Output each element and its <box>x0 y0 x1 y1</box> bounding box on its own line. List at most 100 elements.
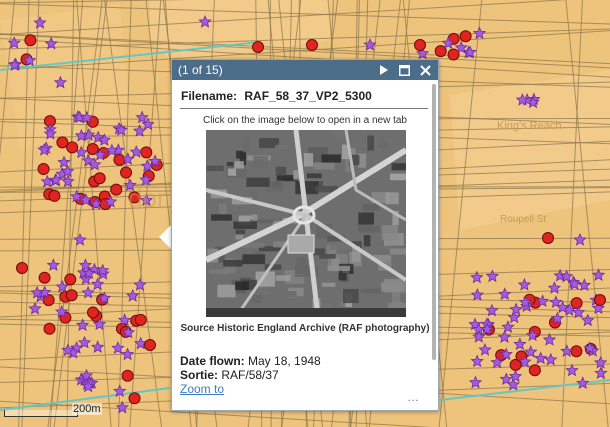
red-circle-marker[interactable] <box>128 191 141 204</box>
photo-building <box>383 278 406 293</box>
photo-building <box>233 221 257 229</box>
red-circle-marker[interactable] <box>306 39 318 51</box>
red-circle-marker[interactable] <box>570 297 583 310</box>
photo-building <box>391 163 406 171</box>
popup-scrollbar[interactable] <box>432 84 436 360</box>
sortie-value: RAF/58/37 <box>221 368 279 382</box>
photo-building <box>381 225 398 241</box>
red-circle-marker[interactable] <box>528 364 541 377</box>
date-flown-row: Date flown: May 18, 1948 <box>180 354 430 368</box>
photo-building <box>338 272 347 281</box>
photo-building <box>235 234 244 240</box>
date-flown-label: Date flown: <box>180 354 245 368</box>
photo-building <box>321 282 336 287</box>
photo-building <box>295 181 319 195</box>
photo-building <box>343 288 359 304</box>
photo-building <box>378 142 389 149</box>
photo-building <box>363 235 371 247</box>
feature-popup: (1 of 15) Filename: RAF_58_37_VP2_5300 C… <box>171 59 439 411</box>
popup-body: Filename: RAF_58_37_VP2_5300 Click on th… <box>172 80 438 410</box>
red-circle-marker[interactable] <box>128 392 141 405</box>
sortie-row: Sortie: RAF/58/37 <box>180 368 430 382</box>
photo-building <box>219 203 228 215</box>
scale-bar: 200m <box>4 403 104 417</box>
red-circle-marker[interactable] <box>48 189 61 202</box>
red-circle-marker[interactable] <box>144 339 156 351</box>
red-circle-marker[interactable] <box>140 146 153 159</box>
red-circle-marker[interactable] <box>24 34 37 47</box>
red-circle-marker[interactable] <box>56 136 69 149</box>
red-circle-marker[interactable] <box>414 39 426 51</box>
photo-building <box>275 166 287 176</box>
photo-building <box>358 212 375 225</box>
red-circle-marker[interactable] <box>594 294 606 306</box>
photo-building <box>360 288 382 294</box>
red-circle-marker[interactable] <box>459 30 472 43</box>
photo-building <box>217 284 236 298</box>
photo-building <box>367 135 374 151</box>
photo-building <box>306 173 322 179</box>
red-circle-marker[interactable] <box>87 306 100 319</box>
photo-building <box>389 248 406 255</box>
next-icon[interactable] <box>376 63 390 77</box>
red-circle-marker[interactable] <box>38 271 51 284</box>
filename-label: Filename: <box>181 89 238 103</box>
photo-building <box>275 275 291 281</box>
photo-building <box>313 162 335 170</box>
photo-building <box>253 156 269 168</box>
photo-building <box>357 225 380 233</box>
red-circle-marker[interactable] <box>43 322 56 335</box>
photo-building <box>251 214 258 221</box>
photo-building <box>242 136 250 153</box>
red-circle-marker[interactable] <box>37 163 50 176</box>
photo-building <box>242 254 266 265</box>
photo-building <box>294 295 307 309</box>
red-circle-marker[interactable] <box>16 262 28 274</box>
filename-row: Filename: RAF_58_37_VP2_5300 <box>180 88 428 109</box>
photo-building <box>385 192 399 205</box>
photo-building <box>377 298 385 308</box>
filename-value: RAF_58_37_VP2_5300 <box>244 89 372 103</box>
scale-bar-line <box>4 410 78 417</box>
red-circle-marker[interactable] <box>542 232 554 244</box>
date-flown-value: May 18, 1948 <box>248 354 321 368</box>
red-circle-marker[interactable] <box>570 345 583 358</box>
photo-building <box>362 203 380 211</box>
image-caption: Source Historic England Archive (RAF pho… <box>180 323 430 334</box>
photo-building <box>227 168 236 176</box>
maximize-icon[interactable] <box>397 63 411 77</box>
red-circle-marker[interactable] <box>120 166 133 179</box>
photo-building <box>246 177 270 187</box>
photo-building <box>382 245 390 250</box>
red-circle-marker[interactable] <box>65 289 78 302</box>
photo-building <box>235 281 249 291</box>
photo-building <box>319 253 336 259</box>
red-circle-marker[interactable] <box>64 273 77 286</box>
photo-building <box>234 161 244 169</box>
photo-building <box>321 154 341 163</box>
close-icon[interactable] <box>418 63 432 77</box>
photo-building <box>235 229 246 235</box>
popup-header: (1 of 15) <box>172 60 438 80</box>
photo-building <box>276 174 294 181</box>
red-circle-marker[interactable] <box>121 369 134 382</box>
photo-building <box>206 165 224 172</box>
photo-building <box>327 265 351 271</box>
red-circle-marker[interactable] <box>447 48 460 61</box>
more-options-icon[interactable]: … <box>407 390 420 404</box>
scale-bar-label: 200m <box>72 403 102 415</box>
red-circle-marker[interactable] <box>113 153 126 166</box>
red-circle-marker[interactable] <box>134 313 147 326</box>
red-circle-marker[interactable] <box>93 172 106 185</box>
red-circle-marker[interactable] <box>110 183 123 196</box>
photo-building <box>303 153 314 167</box>
popup-feature-count: (1 of 15) <box>178 63 223 77</box>
photo-building <box>211 214 232 221</box>
photo-building <box>389 173 406 181</box>
photo-building <box>275 144 289 149</box>
sortie-label: Sortie: <box>180 368 219 382</box>
aerial-photo-thumbnail[interactable] <box>206 130 406 317</box>
red-circle-marker[interactable] <box>252 41 264 53</box>
zoom-to-link[interactable]: Zoom to <box>180 382 430 396</box>
photo-building <box>209 269 229 274</box>
